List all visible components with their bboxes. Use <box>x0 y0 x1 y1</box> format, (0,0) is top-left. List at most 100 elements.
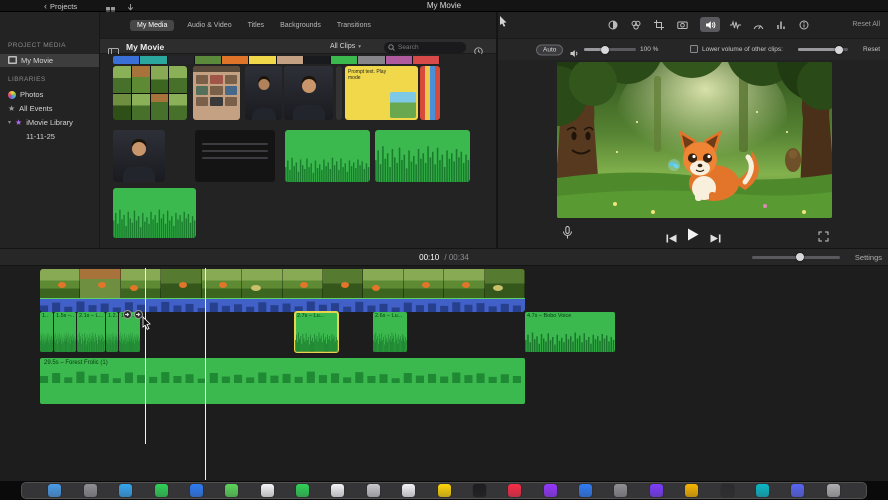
skimmer[interactable] <box>145 268 146 444</box>
dock-icon-mail[interactable] <box>189 484 203 497</box>
tab-transitions[interactable]: Transitions <box>334 20 374 31</box>
sidebar-item-all-events[interactable]: ★ All Events <box>0 102 99 115</box>
dock-icon-appstore[interactable] <box>579 484 592 497</box>
dock-icon-contacts[interactable] <box>366 484 380 497</box>
audio-clip-selected[interactable]: 2.7s – Lu... <box>294 311 339 353</box>
tab-my-media[interactable]: My Media <box>130 19 175 31</box>
clip-label: 2.7s – Lu... <box>297 313 325 319</box>
thumb-audio-clip[interactable] <box>375 130 470 182</box>
thumb-audio-clip[interactable] <box>285 130 370 182</box>
dock-icon-podcasts[interactable] <box>543 484 557 497</box>
info-icon[interactable] <box>797 18 811 32</box>
body-shape <box>292 105 325 120</box>
person-figure <box>113 130 165 182</box>
reset-all-button[interactable]: Reset All <box>852 12 880 38</box>
fullscreen-icon[interactable] <box>818 229 829 247</box>
volume-slider[interactable] <box>584 45 636 54</box>
dock-icon-settings[interactable] <box>614 484 628 497</box>
audio-clip[interactable]: 1.2... <box>106 312 118 352</box>
preview-image <box>557 62 832 218</box>
color-balance-icon[interactable] <box>606 18 620 32</box>
dock-icon-editor[interactable] <box>755 484 769 497</box>
dock-icon-chat[interactable] <box>791 484 805 497</box>
sidebar-item-my-movie[interactable]: My Movie <box>0 54 99 67</box>
dock-icon-trash[interactable] <box>826 484 840 497</box>
thumbnail-frame <box>169 66 187 93</box>
filmstrip-frame <box>201 269 243 298</box>
strip-segment <box>167 56 195 64</box>
thumb-sliver[interactable] <box>336 66 342 120</box>
video-audio-waveform[interactable] <box>40 298 525 312</box>
tab-audio-video[interactable]: Audio & Video <box>184 20 234 31</box>
thumb-webcam-dark[interactable] <box>113 130 165 182</box>
thumb-website[interactable] <box>193 66 240 120</box>
search-input[interactable] <box>398 43 462 51</box>
volume-icon[interactable] <box>700 17 720 32</box>
dock-icon-notes[interactable] <box>437 484 451 497</box>
video-clip[interactable] <box>40 269 525 298</box>
waveform <box>295 328 338 352</box>
clip-filter-dropdown[interactable]: All Clips ▾ <box>330 39 361 55</box>
music-clip[interactable]: 29.5s – Forest Frolic (1) <box>40 358 525 404</box>
slider-knob[interactable] <box>835 45 843 54</box>
sidebar-item-photos[interactable]: Photos <box>0 88 99 101</box>
audio-clip[interactable]: 1.5s –.. <box>54 312 76 352</box>
crop-icon[interactable] <box>652 18 666 32</box>
timeline-zoom-slider[interactable] <box>752 253 840 261</box>
dock-icon-launchpad[interactable] <box>83 484 97 497</box>
audio-clip[interactable]: 2.1s – L... <box>77 312 105 352</box>
reset-button[interactable]: Reset <box>863 39 880 61</box>
stabilization-icon[interactable] <box>675 18 689 32</box>
sidebar-item-imovie-library[interactable]: ▾ ★ iMovie Library <box>0 116 99 129</box>
thumb-screen-dark[interactable] <box>195 130 275 182</box>
dock-icon-tv[interactable] <box>472 484 486 497</box>
speed-icon[interactable] <box>751 18 765 32</box>
noise-reduction-icon[interactable] <box>728 18 742 32</box>
timeline-toolbar: 00:10 / 00:34 Settings <box>0 248 888 266</box>
tab-titles[interactable]: Titles <box>245 20 267 31</box>
chevron-down-icon[interactable]: ▾ <box>8 119 11 126</box>
auto-button[interactable]: Auto <box>536 44 564 55</box>
timeline[interactable]: 1.. 1.5s –.. 2.1s – L... 1.2... 1.9s.. 2… <box>0 266 888 482</box>
microphone-icon[interactable] <box>562 226 573 245</box>
sync-badge-icon[interactable] <box>123 310 132 319</box>
dock-icon-pages[interactable] <box>685 484 699 497</box>
timeline-settings-button[interactable]: Settings <box>855 249 882 267</box>
thumb-prompt-slide[interactable]: Prompt text. Play mode <box>345 66 418 120</box>
audio-clip[interactable]: 4.7s – Bobo Voice <box>525 312 615 352</box>
waveform <box>373 328 407 352</box>
thumb-colorful[interactable] <box>420 66 440 120</box>
dock-icon-calendar[interactable] <box>331 484 345 497</box>
lower-volume-slider[interactable] <box>798 45 848 54</box>
dock-icon-imovie[interactable] <box>649 484 663 497</box>
sidebar-item-library-date[interactable]: 11-11-25 <box>0 130 99 143</box>
thumb-webcam-man[interactable] <box>284 66 333 120</box>
inspector-pane: Reset All Auto 100 % Lower volume of oth… <box>497 12 888 248</box>
play-button[interactable] <box>687 228 699 246</box>
dock-icon-safari[interactable] <box>119 484 133 497</box>
audio-clip[interactable]: 2.6s – Lu... <box>373 312 407 352</box>
color-correction-icon[interactable] <box>629 18 643 32</box>
audio-clip[interactable]: 1.. <box>40 312 53 352</box>
playhead[interactable] <box>205 268 206 480</box>
lower-volume-checkbox[interactable] <box>690 45 698 53</box>
tab-backgrounds[interactable]: Backgrounds <box>277 20 324 31</box>
waveform <box>375 138 470 182</box>
dock-icon-messages[interactable] <box>154 484 168 497</box>
skip-forward-button[interactable] <box>710 230 721 248</box>
skip-back-button[interactable] <box>666 230 677 248</box>
dock-icon-terminal[interactable] <box>720 484 734 497</box>
dock-icon-maps[interactable] <box>225 484 239 497</box>
slider-knob[interactable] <box>600 45 609 54</box>
thumb-cartoon-strip[interactable] <box>113 66 187 120</box>
dock-icon-reminders[interactable] <box>402 484 416 497</box>
project-media-header: PROJECT MEDIA <box>8 42 66 49</box>
dock-icon-music[interactable] <box>508 484 522 497</box>
thumb-person-dark[interactable] <box>245 66 282 120</box>
equalizer-icon[interactable] <box>774 18 788 32</box>
dock-icon-photos[interactable] <box>260 484 274 497</box>
dock-icon-facetime[interactable] <box>296 484 309 497</box>
search-field[interactable] <box>384 41 466 53</box>
thumb-audio-clip[interactable] <box>113 188 196 238</box>
dock-icon-finder[interactable] <box>48 484 62 497</box>
